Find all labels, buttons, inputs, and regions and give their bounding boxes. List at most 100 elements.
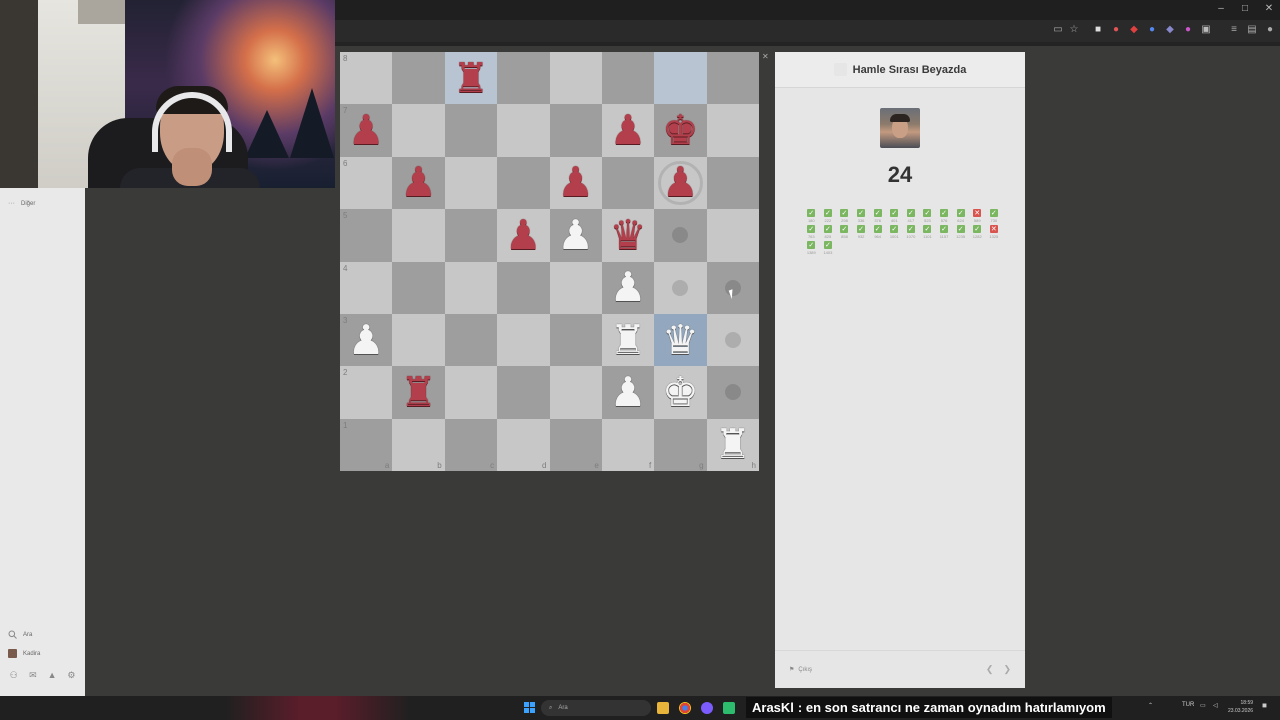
extension-icon[interactable]: ◆ bbox=[1164, 24, 1176, 36]
square-h5[interactable] bbox=[706, 209, 759, 262]
square-g4[interactable] bbox=[654, 261, 707, 314]
square-d5[interactable]: ♟ bbox=[497, 209, 550, 262]
move-hint-dot[interactable] bbox=[672, 227, 689, 244]
maximize-button[interactable]: □ bbox=[1234, 3, 1256, 14]
file-explorer-icon[interactable] bbox=[657, 702, 669, 714]
square-f6[interactable] bbox=[601, 156, 655, 210]
square-b6[interactable]: ♟ bbox=[392, 156, 445, 210]
red-king-icon[interactable]: ♚ bbox=[662, 110, 699, 151]
square-e2[interactable] bbox=[549, 366, 602, 419]
square-h7[interactable] bbox=[706, 104, 759, 157]
square-h1[interactable]: h ♜ bbox=[706, 418, 759, 471]
square-c6[interactable] bbox=[444, 156, 498, 210]
gear-icon[interactable]: ⚙ bbox=[66, 670, 76, 680]
extension-icon[interactable]: ● bbox=[1110, 24, 1122, 36]
white-pawn-icon[interactable]: ♟ bbox=[348, 319, 385, 361]
square-a3[interactable]: 3 ♟ bbox=[340, 313, 393, 367]
square-e3[interactable] bbox=[549, 313, 602, 367]
tab-icon[interactable]: ▤ bbox=[1246, 24, 1258, 36]
red-queen-icon[interactable]: ♛ bbox=[610, 214, 647, 256]
white-queen-icon[interactable]: ♛ bbox=[662, 319, 699, 361]
exit-button[interactable]: ⚑ Çıkış bbox=[789, 666, 812, 674]
white-rook-icon[interactable]: ♜ bbox=[714, 424, 751, 465]
square-g1[interactable]: g bbox=[654, 418, 707, 471]
chess-board[interactable]: 8 ♜ 7 ♟ ♟ ♚ 6 ♟ ♟ ♟ 5 ♟ ♟ ♛ 4 ♟ 3 ♟ ♜ ♛ 2 ♜ ♟ ♚ 1 a b c d e f g h ♜ bbox=[340, 52, 759, 471]
sidebar-item-search[interactable]: Ara bbox=[8, 630, 32, 639]
square-a8[interactable]: 8 bbox=[340, 52, 393, 105]
square-b4[interactable] bbox=[392, 261, 445, 314]
square-d3[interactable] bbox=[497, 313, 550, 367]
square-d7[interactable] bbox=[497, 104, 550, 157]
white-pawn-icon[interactable]: ♟ bbox=[610, 267, 647, 308]
minimize-button[interactable]: – bbox=[1210, 3, 1232, 14]
square-b3[interactable] bbox=[392, 313, 445, 367]
square-f3[interactable]: ♜ bbox=[601, 313, 655, 367]
discord-icon[interactable] bbox=[701, 702, 713, 714]
square-d8[interactable] bbox=[497, 52, 550, 105]
language-indicator[interactable]: TUR bbox=[1182, 702, 1194, 708]
white-pawn-icon[interactable]: ♟ bbox=[557, 214, 594, 256]
extension-icon[interactable]: ● bbox=[1146, 24, 1158, 36]
star-icon[interactable]: ☆ bbox=[1068, 24, 1080, 36]
cast-icon[interactable]: ▭ bbox=[1052, 24, 1064, 36]
square-a1[interactable]: 1a bbox=[340, 418, 393, 471]
profile-icon[interactable]: ● bbox=[1264, 24, 1276, 36]
square-c7[interactable] bbox=[444, 104, 498, 157]
square-h2[interactable] bbox=[706, 366, 759, 419]
square-a2[interactable]: 2 bbox=[340, 366, 393, 419]
red-pawn-icon[interactable]: ♟ bbox=[348, 110, 385, 151]
close-icon[interactable]: ✕ bbox=[762, 52, 769, 61]
red-pawn-icon[interactable]: ♟ bbox=[505, 214, 542, 256]
people-icon[interactable]: ⚇ bbox=[9, 670, 19, 680]
chevron-up-icon[interactable]: ⌃ bbox=[1148, 702, 1153, 709]
square-g5[interactable] bbox=[654, 209, 707, 262]
chevron-left-icon[interactable]: ❮ bbox=[986, 664, 994, 675]
square-e4[interactable] bbox=[549, 261, 602, 314]
clock[interactable]: 18:59 23.03.2026 bbox=[1228, 699, 1253, 715]
square-c4[interactable] bbox=[444, 261, 498, 314]
move-hint-dot[interactable] bbox=[672, 279, 689, 296]
mail-icon[interactable]: ✉ bbox=[28, 670, 38, 680]
square-e7[interactable] bbox=[549, 104, 602, 157]
square-h3[interactable] bbox=[706, 313, 759, 367]
move-hint-dot[interactable] bbox=[724, 384, 741, 401]
red-rook-icon[interactable]: ♜ bbox=[453, 57, 490, 99]
network-icon[interactable]: ▭ bbox=[1200, 702, 1206, 709]
extension-icon[interactable]: ■ bbox=[1092, 24, 1104, 36]
chevron-right-icon[interactable]: ❯ bbox=[1003, 664, 1011, 675]
sidebar-item-more[interactable]: ··· Diğer bbox=[8, 200, 35, 207]
square-b5[interactable] bbox=[392, 209, 445, 262]
extension-icon[interactable]: ◆ bbox=[1128, 24, 1140, 36]
square-a6[interactable]: 6 bbox=[340, 156, 393, 210]
square-f8[interactable] bbox=[601, 52, 655, 105]
square-e1[interactable]: e bbox=[549, 418, 602, 471]
square-a5[interactable]: 5 bbox=[340, 209, 393, 262]
chrome-icon[interactable] bbox=[679, 702, 691, 714]
square-f4[interactable]: ♟ bbox=[601, 261, 655, 314]
white-rook-icon[interactable]: ♜ bbox=[610, 319, 647, 361]
square-g6[interactable]: ♟ bbox=[654, 156, 707, 210]
square-a4[interactable]: 4 bbox=[340, 261, 393, 314]
square-d1[interactable]: d bbox=[497, 418, 550, 471]
square-b8[interactable] bbox=[392, 52, 445, 105]
notification-icon[interactable]: ◼ bbox=[1262, 702, 1267, 709]
taskbar-search[interactable]: ⌕ Ara bbox=[541, 700, 651, 716]
close-button[interactable]: ✕ bbox=[1258, 3, 1280, 14]
square-f5[interactable]: ♛ bbox=[601, 209, 655, 262]
square-c8[interactable]: ♜ bbox=[444, 52, 498, 105]
square-f2[interactable]: ♟ bbox=[601, 366, 655, 419]
square-d2[interactable] bbox=[497, 366, 550, 419]
square-c1[interactable]: c bbox=[444, 418, 498, 471]
square-g8[interactable] bbox=[654, 52, 707, 105]
red-pawn-icon[interactable]: ♟ bbox=[400, 162, 437, 203]
bell-icon[interactable]: ▲ bbox=[47, 670, 57, 680]
sidebar-item-profile[interactable]: Kadira bbox=[8, 649, 40, 658]
app-icon[interactable] bbox=[723, 702, 735, 714]
square-g3[interactable]: ♛ bbox=[654, 313, 707, 367]
red-rook-icon[interactable]: ♜ bbox=[400, 371, 437, 413]
windows-start-icon[interactable] bbox=[524, 702, 535, 713]
square-a7[interactable]: 7 ♟ bbox=[340, 104, 393, 157]
move-hint-dot[interactable] bbox=[724, 332, 741, 349]
square-f7[interactable]: ♟ bbox=[601, 104, 655, 157]
square-g2[interactable]: ♚ bbox=[654, 366, 707, 419]
